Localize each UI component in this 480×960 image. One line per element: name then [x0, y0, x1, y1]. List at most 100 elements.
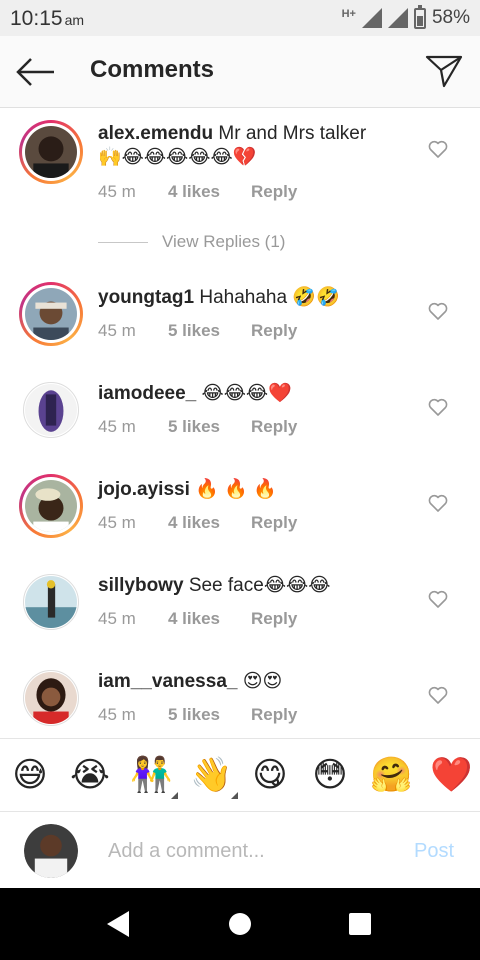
view-replies-button[interactable]: View Replies (1): [98, 232, 285, 252]
comment-time: 45 m: [98, 513, 136, 532]
avatar: [25, 126, 77, 181]
page-title: Comments: [90, 56, 215, 83]
clock-ampm: am: [64, 12, 85, 28]
emoji-couple[interactable]: 👫: [130, 755, 178, 799]
back-arrow-icon[interactable]: [14, 54, 58, 90]
post-button[interactable]: Post: [414, 840, 454, 863]
reply-button[interactable]: Reply: [251, 609, 297, 629]
comment-username[interactable]: iam__vanessa_: [98, 671, 237, 692]
battery-percent: 58%: [431, 7, 470, 28]
reply-button[interactable]: Reply: [251, 182, 297, 202]
comment-text: iamodeee_ 😂😂😂❤️: [98, 382, 408, 406]
comment-username[interactable]: youngtag1: [98, 287, 194, 308]
signal-icon: [361, 8, 382, 28]
emoji-flushed[interactable]: 😳: [310, 755, 350, 795]
comment-text: alex.emendu Mr and Mrs talker 🙌😂😂😂😂😂💔: [98, 122, 408, 170]
comment-likes[interactable]: 5 likes: [168, 321, 251, 341]
avatar-frame[interactable]: [23, 574, 79, 630]
status-bar: 10:15 am H+ 58%: [0, 0, 480, 36]
network-type: H+: [341, 8, 356, 20]
reply-button[interactable]: Reply: [251, 417, 297, 437]
skin-tone-indicator-icon: [171, 792, 178, 799]
comment-emoji: 😍😍: [242, 671, 283, 692]
comment-emoji: 🔥 🔥 🔥: [195, 479, 277, 500]
status-icons: H+ 58%: [341, 4, 470, 30]
comment-emoji: 🤣🤣: [292, 287, 340, 308]
comment-meta: 45 m 5 likes Reply: [98, 417, 297, 437]
avatar-frame[interactable]: [23, 382, 79, 438]
comment-emoji: 😂😂😂: [263, 575, 331, 596]
avatar-story-ring[interactable]: [19, 474, 83, 538]
emoji-wave[interactable]: 👋: [190, 755, 238, 799]
avatar: [25, 480, 77, 535]
comment-likes[interactable]: 4 likes: [168, 609, 251, 629]
avatar-frame[interactable]: [23, 670, 79, 727]
avatar: [25, 672, 77, 727]
comment-likes[interactable]: 4 likes: [168, 513, 251, 533]
emoji-heart[interactable]: ❤️: [430, 755, 472, 795]
nav-home-icon[interactable]: [229, 913, 251, 935]
emoji-wave-glyph: 👋: [190, 755, 233, 795]
emoji-crying[interactable]: 😭: [70, 755, 110, 795]
avatar-story-ring[interactable]: [19, 120, 83, 184]
clock-time: 10:15: [10, 7, 63, 30]
my-avatar: [24, 824, 78, 878]
comment-time: 45 m: [98, 609, 136, 628]
avatar: [25, 288, 77, 343]
emoji-sweat-smile[interactable]: 😅: [10, 755, 50, 795]
comment-body: See face: [188, 575, 264, 596]
emoji-yum[interactable]: 😋: [250, 755, 290, 795]
comment-username[interactable]: sillybowy: [98, 575, 184, 596]
comment-emoji: 😂😂😂❤️: [201, 383, 292, 404]
comment-meta: 45 m 4 likes Reply: [98, 513, 297, 533]
comment-likes[interactable]: 4 likes: [168, 182, 251, 202]
comment-body: Mr and Mrs talker: [218, 123, 367, 144]
heart-icon[interactable]: [428, 686, 448, 704]
skin-tone-indicator-icon: [231, 792, 238, 799]
system-nav-bar: [0, 888, 480, 960]
emoji-hug[interactable]: 🤗: [370, 755, 412, 795]
heart-icon[interactable]: [428, 494, 448, 512]
heart-icon[interactable]: [428, 398, 448, 416]
comment-likes[interactable]: 5 likes: [168, 705, 251, 725]
avatar: [25, 384, 77, 436]
comment-composer: Post: [0, 812, 480, 888]
reply-button[interactable]: Reply: [251, 513, 297, 533]
divider-line: [98, 241, 148, 243]
comment-text: sillybowy See face😂😂😂: [98, 574, 408, 598]
view-replies-label: View Replies (1): [162, 232, 286, 251]
comment-time: 45 m: [98, 705, 136, 724]
comment-time: 45 m: [98, 417, 136, 436]
nav-recents-icon[interactable]: [349, 913, 371, 935]
heart-icon[interactable]: [428, 590, 448, 608]
comment-username[interactable]: iamodeee_: [98, 383, 196, 404]
comment-emoji: 🙌😂😂😂😂😂💔: [98, 147, 257, 168]
comment-username[interactable]: alex.emendu: [98, 123, 213, 144]
comment-input[interactable]: [108, 836, 398, 866]
comment-meta: 45 m 4 likes Reply: [98, 182, 297, 202]
heart-icon[interactable]: [428, 140, 448, 158]
send-icon[interactable]: [424, 52, 464, 90]
avatar-story-ring[interactable]: [19, 282, 83, 346]
comment-text: youngtag1 Hahahaha 🤣🤣: [98, 286, 408, 310]
comment-text: jojo.ayissi 🔥 🔥 🔥: [98, 478, 408, 502]
avatar: [24, 824, 78, 878]
comment-meta: 45 m 5 likes Reply: [98, 321, 297, 341]
emoji-quick-bar: 😅 😭 👫 👋 😋 😳 🤗 ❤️: [0, 738, 480, 812]
reply-button[interactable]: Reply: [251, 321, 297, 341]
comment-username[interactable]: jojo.ayissi: [98, 479, 190, 500]
header: Comments: [0, 36, 480, 108]
status-time: 10:15 am: [10, 7, 84, 31]
reply-button[interactable]: Reply: [251, 705, 297, 725]
comment-time: 45 m: [98, 182, 136, 201]
comment-meta: 45 m 4 likes Reply: [98, 609, 297, 629]
comment-likes[interactable]: 5 likes: [168, 417, 251, 437]
comment-text: iam__vanessa_ 😍😍: [98, 670, 408, 694]
avatar: [25, 576, 77, 628]
comment-time: 45 m: [98, 321, 136, 340]
signal-icon-2: [387, 8, 408, 28]
battery-icon: [413, 4, 426, 29]
comments-list[interactable]: alex.emendu Mr and Mrs talker 🙌😂😂😂😂😂💔 45…: [0, 108, 480, 738]
nav-back-icon[interactable]: [107, 911, 129, 937]
heart-icon[interactable]: [428, 302, 448, 320]
